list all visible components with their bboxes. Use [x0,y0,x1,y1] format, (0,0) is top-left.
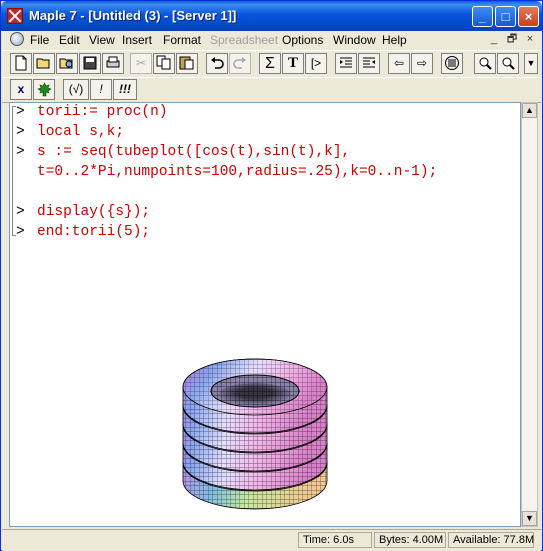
close-button[interactable]: × [518,6,539,27]
cut-scissors-icon[interactable]: ✂ [130,53,152,74]
execute-worksheet-button[interactable]: !!! [113,79,137,100]
torii-3d-plot[interactable] [10,103,521,527]
menu-view[interactable]: View [89,33,115,47]
maximize-button[interactable]: □ [495,6,516,27]
open-folder-icon[interactable] [33,53,55,74]
title-bar[interactable]: Maple 7 - [Untitled (3) - [Server 1]] _ … [1,1,542,31]
window-title: Maple 7 - [Untitled (3) - [Server 1]] [29,8,237,23]
menu-format[interactable]: Format [163,33,201,47]
menu-insert[interactable]: Insert [122,33,152,47]
back-arrow-icon[interactable]: ⇦ [388,53,410,74]
scroll-up-arrow-icon[interactable]: ▲ [522,103,537,118]
minimize-button[interactable]: _ [472,6,493,27]
save-disk-icon[interactable] [79,53,101,74]
document-icon[interactable] [10,32,24,46]
vertical-scrollbar[interactable]: ▲ ▼ [521,102,538,527]
menu-spreadsheet[interactable]: Spreadsheet [210,33,278,47]
status-bar: Time: 6.0s Bytes: 4.00M Available: 77.8M [2,529,541,551]
menu-window[interactable]: Window [333,33,376,47]
open-url-icon[interactable] [56,53,78,74]
menu-edit[interactable]: Edit [59,33,80,47]
text-mode-icon[interactable]: T [282,53,304,74]
scroll-down-arrow-icon[interactable]: ▼ [522,511,537,526]
paste-clipboard-icon[interactable] [176,53,198,74]
stop-globe-icon[interactable] [441,53,463,74]
redo-icon[interactable] [229,53,251,74]
execute-region-button[interactable]: ! [90,79,112,100]
math-prompt-icon[interactable]: [> [305,53,327,74]
torus-inner-shadow [219,383,291,405]
menu-options[interactable]: Options [282,33,323,47]
execute-selection-button[interactable]: (√) [63,79,89,100]
menu-help[interactable]: Help [382,33,407,47]
main-toolbar: ✂ Σ T [> ⇦ ⇨ ▼ [2,50,541,78]
print-icon[interactable] [102,53,124,74]
menu-bar: File Edit View Insert Format Spreadsheet… [2,31,541,49]
mdi-close-icon[interactable]: × [522,32,538,47]
forward-arrow-icon[interactable]: ⇨ [411,53,433,74]
indent-right-icon[interactable] [358,53,380,74]
status-available: Available: 77.8M [448,532,534,548]
maple-app-icon[interactable] [7,8,23,24]
maple-leaf-icon[interactable] [33,79,55,100]
menu-file[interactable]: File [30,33,49,47]
worksheet-area[interactable]: > torii:= proc(n) > local s,k; > s := se… [9,102,521,527]
text-input-mode-button[interactable]: x [10,79,32,100]
status-time: Time: 6.0s [298,532,372,548]
copy-icon[interactable] [153,53,175,74]
sum-sigma-icon[interactable]: Σ [259,53,281,74]
zoom-in-icon[interactable] [474,53,496,74]
new-file-icon[interactable] [10,53,32,74]
zoom-out-icon[interactable] [497,53,519,74]
context-toolbar: x (√) ! !!! [2,77,541,103]
undo-icon[interactable] [206,53,228,74]
toolbar-overflow-chevron-icon[interactable]: ▼ [524,53,538,74]
indent-left-icon[interactable] [335,53,357,74]
maple-window: Maple 7 - [Untitled (3) - [Server 1]] _ … [0,0,543,551]
mdi-minimize-icon[interactable]: _ [486,32,502,47]
status-bytes: Bytes: 4.00M [374,532,446,548]
mdi-restore-icon[interactable]: 🗗 [504,32,520,47]
